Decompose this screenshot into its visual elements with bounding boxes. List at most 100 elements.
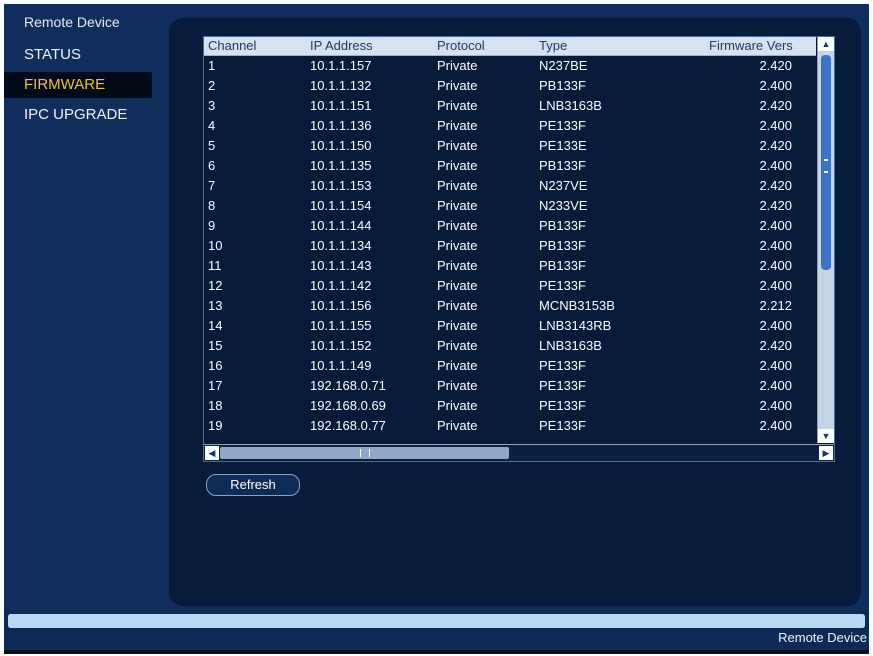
column-header-protocol[interactable]: Protocol: [437, 37, 527, 55]
cell-protocol: Private: [437, 238, 478, 253]
cell-protocol: Private: [437, 318, 478, 333]
table-row[interactable]: 16 10.1.1.149 Private PE133F 2.400: [204, 356, 816, 376]
progress-bar: [8, 614, 865, 628]
cell-channel: 17: [208, 378, 223, 393]
table-row[interactable]: 6 10.1.1.135 Private PB133F 2.400: [204, 156, 816, 176]
table-row[interactable]: 19 192.168.0.77 Private PE133F 2.400: [204, 416, 816, 436]
cell-ip-address: 10.1.1.149: [310, 358, 372, 373]
cell-channel: 4: [208, 118, 216, 133]
table-row[interactable]: 12 10.1.1.142 Private PE133F 2.400: [204, 276, 816, 296]
cell-type: PB133F: [539, 218, 586, 233]
cell-ip-address: 10.1.1.150: [310, 138, 372, 153]
cell-ip-address: 10.1.1.152: [310, 338, 372, 353]
refresh-button[interactable]: Refresh: [206, 474, 300, 496]
horizontal-scroll-thumb[interactable]: [220, 447, 509, 459]
cell-protocol: Private: [437, 218, 478, 233]
cell-type: N237VE: [539, 178, 588, 193]
column-header-firmware-version[interactable]: Firmware Vers: [709, 37, 816, 55]
table-row[interactable]: 11 10.1.1.143 Private PB133F 2.400: [204, 256, 816, 276]
cell-protocol: Private: [437, 298, 478, 313]
cell-channel: 14: [208, 318, 223, 333]
cell-firmware-version: 2.420: [759, 198, 792, 213]
cell-type: MCNB3153B: [539, 298, 615, 313]
table-row[interactable]: 3 10.1.1.151 Private LNB3163B 2.420: [204, 96, 816, 116]
cell-ip-address: 192.168.0.77: [310, 418, 386, 433]
cell-protocol: Private: [437, 58, 478, 73]
triangle-down-icon[interactable]: ▼: [818, 429, 834, 443]
cell-ip-address: 10.1.1.157: [310, 58, 372, 73]
cell-firmware-version: 2.420: [759, 58, 792, 73]
cell-channel: 19: [208, 418, 223, 433]
cell-firmware-version: 2.400: [759, 158, 792, 173]
sidebar: Remote Device STATUS FIRMWARE IPC UPGRAD…: [4, 4, 164, 604]
cell-channel: 1: [208, 58, 216, 73]
cell-firmware-version: 2.400: [759, 118, 792, 133]
table-body: 1 10.1.1.157 Private N237BE 2.420 2 10.1.1.132…: [204, 56, 816, 436]
table-row[interactable]: 14 10.1.1.155 Private LNB3143RB 2.400: [204, 316, 816, 336]
triangle-right-icon[interactable]: ▶: [819, 446, 833, 460]
cell-protocol: Private: [437, 418, 478, 433]
table-row[interactable]: 2 10.1.1.132 Private PB133F 2.400: [204, 76, 816, 96]
cell-protocol: Private: [437, 378, 478, 393]
cell-type: PB133F: [539, 78, 586, 93]
cell-firmware-version: 2.420: [759, 98, 792, 113]
grip-icon: [360, 449, 370, 457]
column-header-ip-address[interactable]: IP Address: [310, 37, 420, 55]
table-row[interactable]: 15 10.1.1.152 Private LNB3163B 2.420: [204, 336, 816, 356]
table-row[interactable]: 13 10.1.1.156 Private MCNB3153B 2.212: [204, 296, 816, 316]
table-row[interactable]: 8 10.1.1.154 Private N233VE 2.420: [204, 196, 816, 216]
table-row[interactable]: 7 10.1.1.153 Private N237VE 2.420: [204, 176, 816, 196]
triangle-up-icon[interactable]: ▲: [818, 37, 834, 51]
cell-firmware-version: 2.400: [759, 78, 792, 93]
cell-firmware-version: 2.420: [759, 178, 792, 193]
bottom-divider: [4, 650, 869, 654]
table-row[interactable]: 1 10.1.1.157 Private N237BE 2.420: [204, 56, 816, 76]
progress-fill: [8, 614, 865, 628]
cell-channel: 15: [208, 338, 223, 353]
cell-ip-address: 10.1.1.144: [310, 218, 372, 233]
cell-ip-address: 10.1.1.154: [310, 198, 372, 213]
cell-protocol: Private: [437, 118, 478, 133]
cell-ip-address: 10.1.1.151: [310, 98, 372, 113]
table-row[interactable]: 9 10.1.1.144 Private PB133F 2.400: [204, 216, 816, 236]
cell-channel: 11: [208, 258, 222, 273]
horizontal-scrollbar[interactable]: ◀ ▶: [204, 444, 834, 461]
cell-ip-address: 10.1.1.134: [310, 238, 372, 253]
cell-ip-address: 10.1.1.132: [310, 78, 372, 93]
status-bar: Remote Device: [4, 610, 869, 654]
table-row[interactable]: 5 10.1.1.150 Private PE133E 2.420: [204, 136, 816, 156]
cell-protocol: Private: [437, 398, 478, 413]
sidebar-header: Remote Device: [24, 14, 120, 30]
cell-type: N233VE: [539, 198, 588, 213]
cell-channel: 9: [208, 218, 216, 233]
column-header-type[interactable]: Type: [539, 37, 649, 55]
cell-ip-address: 10.1.1.153: [310, 178, 372, 193]
sidebar-item-ipc-upgrade[interactable]: IPC UPGRADE: [4, 102, 152, 128]
cell-protocol: Private: [437, 358, 478, 373]
table-row[interactable]: 17 192.168.0.71 Private PE133F 2.400: [204, 376, 816, 396]
cell-channel: 16: [208, 358, 223, 373]
cell-protocol: Private: [437, 278, 478, 293]
cell-ip-address: 10.1.1.155: [310, 318, 372, 333]
cell-firmware-version: 2.400: [759, 238, 792, 253]
column-header-channel[interactable]: Channel: [208, 37, 298, 55]
cell-channel: 3: [208, 98, 216, 113]
cell-firmware-version: 2.400: [759, 258, 792, 273]
cell-type: PE133F: [539, 418, 586, 433]
sidebar-item-firmware[interactable]: FIRMWARE: [4, 72, 152, 98]
cell-ip-address: 10.1.1.156: [310, 298, 372, 313]
cell-protocol: Private: [437, 78, 478, 93]
cell-protocol: Private: [437, 338, 478, 353]
cell-firmware-version: 2.420: [759, 138, 792, 153]
sidebar-item-status[interactable]: STATUS: [4, 42, 152, 68]
cell-type: PE133F: [539, 378, 586, 393]
table-row[interactable]: 18 192.168.0.69 Private PE133F 2.400: [204, 396, 816, 416]
cell-type: PE133F: [539, 358, 586, 373]
table-row[interactable]: 4 10.1.1.136 Private PE133F 2.400: [204, 116, 816, 136]
triangle-left-icon[interactable]: ◀: [205, 446, 219, 460]
dvr-screen: Remote Device STATUS FIRMWARE IPC UPGRAD…: [4, 4, 869, 654]
cell-type: LNB3163B: [539, 338, 602, 353]
cell-protocol: Private: [437, 258, 478, 273]
table-row[interactable]: 10 10.1.1.134 Private PB133F 2.400: [204, 236, 816, 256]
vertical-scrollbar[interactable]: ▲ ▼: [817, 37, 834, 443]
